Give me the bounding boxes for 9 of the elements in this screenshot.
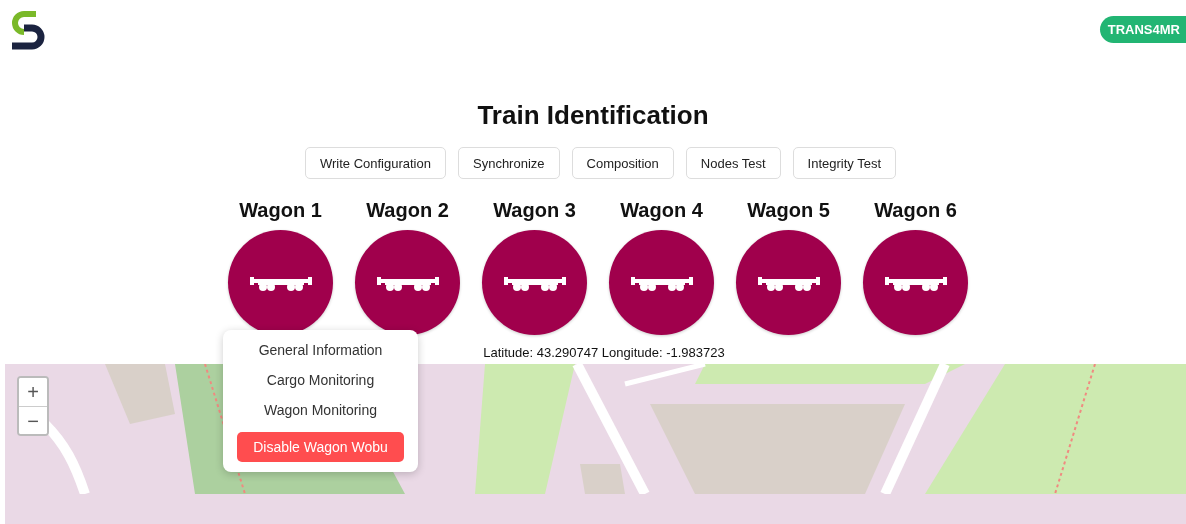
wagon-title: Wagon 3 — [493, 199, 576, 222]
wagon-title: Wagon 2 — [366, 199, 449, 222]
wagon-title: Wagon 1 — [239, 199, 322, 222]
wagon-title: Wagon 6 — [874, 199, 957, 222]
project-badge: TRANS4MR — [1099, 16, 1186, 43]
page-title: Train Identification — [477, 100, 709, 131]
coordinates-text: Latitude: 43.290747 Longitude: -1.983723 — [482, 345, 725, 362]
wagon-title: Wagon 4 — [620, 199, 703, 222]
wagon-title: Wagon 5 — [747, 199, 830, 222]
